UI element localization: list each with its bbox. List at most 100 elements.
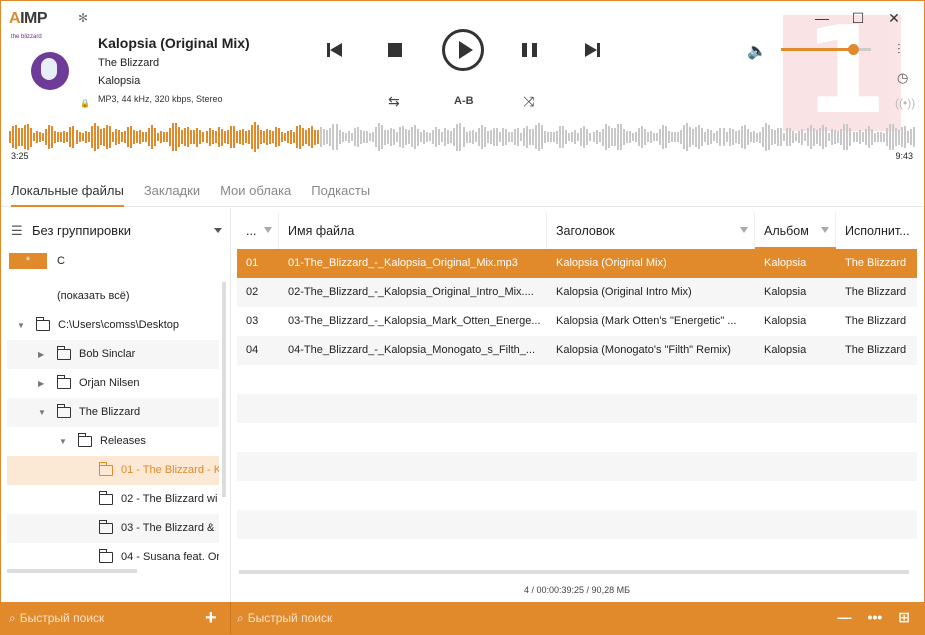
waveform-bar — [795, 132, 798, 142]
waveform-bar — [462, 127, 465, 147]
equalizer-icon[interactable]: ⫶ — [897, 41, 901, 58]
volume-knob[interactable] — [848, 44, 859, 55]
playlist-search-input[interactable]: ⌕ Быстрый поиск — [237, 611, 332, 626]
album-cell: Kalopsia — [764, 344, 807, 356]
filter-icon[interactable] — [740, 227, 748, 233]
ab-repeat-button[interactable]: A-B — [454, 95, 474, 107]
next-track-button[interactable] — [582, 42, 600, 58]
filter-star-chip[interactable]: * — [9, 253, 47, 269]
filename-cell: 02-The_Blizzard_-_Kalopsia_Original_Intr… — [288, 286, 534, 298]
grouping-selector[interactable]: ☰ Без группировки — [11, 223, 131, 239]
waveform-bar — [740, 125, 743, 149]
waveform-bar — [746, 128, 749, 146]
playlist-row[interactable]: 02 02-The_Blizzard_-_Kalopsia_Original_In… — [237, 278, 917, 307]
track-number-cell: 01 — [246, 257, 259, 269]
tree-horizontal-scrollbar[interactable] — [7, 569, 137, 573]
tree-row[interactable]: 03 - The Blizzard & — [7, 514, 219, 543]
waveform-bar — [628, 130, 631, 144]
waveform-bar — [148, 128, 151, 146]
playlist-row[interactable]: 01 01-The_Blizzard_-_Kalopsia_Original_Mi… — [237, 249, 917, 278]
chevron-down-icon[interactable]: ▼ — [17, 311, 25, 340]
playlist-row[interactable]: 04 04-The_Blizzard_-_Kalopsia_Monogato_s_… — [237, 336, 917, 365]
column-header-number[interactable]: ... — [237, 213, 279, 249]
waveform-bar — [619, 124, 622, 150]
chevron-down-icon[interactable]: ▼ — [59, 427, 67, 456]
waveform-bar — [214, 130, 217, 144]
waveform-bar — [253, 122, 256, 152]
clock-icon[interactable]: ◷ — [897, 70, 908, 86]
tree-row[interactable]: 01 - The Blizzard - K — [7, 456, 219, 485]
waveform-bar — [592, 131, 595, 143]
tab-local-files[interactable]: Локальные файлы — [11, 171, 124, 207]
tree-row[interactable]: 02 - The Blizzard wi — [7, 485, 219, 514]
tree-row-show-all[interactable]: (показать всё) — [7, 282, 219, 311]
filename-cell: 04-The_Blizzard_-_Kalopsia_Monogato_s_Fi… — [288, 344, 536, 356]
minimize-button[interactable]: — — [804, 7, 840, 29]
waveform-seekbar[interactable] — [9, 121, 916, 153]
gear-icon[interactable]: ✻ — [78, 12, 90, 24]
folder-tree: (показать всё) ▼ C:\Users\comss\Desktop ▶ B… — [7, 282, 219, 572]
tree-row[interactable]: ▼ C:\Users\comss\Desktop — [7, 311, 219, 340]
column-header-title[interactable]: Заголовок — [547, 213, 755, 249]
speaker-icon[interactable]: 🔈 — [747, 41, 767, 61]
waveform-bar — [574, 130, 577, 144]
playlist-horizontal-scrollbar[interactable] — [239, 570, 909, 574]
column-header-filename[interactable]: Имя файла — [279, 213, 547, 249]
stop-button[interactable] — [388, 43, 402, 57]
waveform-bar — [807, 127, 810, 147]
maximize-button[interactable]: ☐ — [840, 7, 876, 29]
waveform-bar — [154, 127, 157, 147]
volume-slider[interactable] — [781, 44, 871, 55]
shuffle-icon[interactable]: ⤨ — [523, 93, 534, 110]
waveform-bar — [789, 127, 792, 147]
waveform-bar — [417, 128, 420, 146]
previous-track-button[interactable] — [327, 42, 345, 58]
waveform-bar — [686, 123, 689, 151]
play-button[interactable] — [442, 29, 484, 71]
tree-row[interactable]: ▶ Orjan Nilsen — [7, 369, 219, 398]
more-icon[interactable]: ••• — [868, 609, 883, 626]
chevron-right-icon[interactable]: ▶ — [38, 340, 44, 369]
repeat-icon[interactable]: ⇆ — [388, 93, 400, 110]
tab-bookmarks[interactable]: Закладки — [144, 171, 200, 207]
close-button[interactable]: ✕ — [876, 7, 912, 29]
filter-icon[interactable] — [821, 227, 829, 233]
chevron-right-icon[interactable]: ▶ — [38, 369, 44, 398]
waveform-bar — [353, 128, 356, 146]
radio-icon[interactable]: ((•)) — [895, 96, 915, 110]
column-header-artist[interactable]: Исполнит... — [836, 213, 917, 249]
waveform-bar — [408, 129, 411, 145]
playlist-row[interactable]: 03 03-The_Blizzard_-_Kalopsia_Mark_Otten_… — [237, 307, 917, 336]
waveform-bar — [72, 126, 75, 148]
tree-vertical-scrollbar[interactable] — [222, 282, 226, 497]
track-info: Kalopsia (Original Mix) The Blizzard Kal… — [98, 35, 250, 104]
waveform-bar — [577, 132, 580, 142]
drive-filter[interactable]: C — [57, 255, 65, 267]
remove-icon[interactable]: — — [838, 609, 852, 626]
tree-row[interactable]: ▼ Releases — [7, 427, 219, 456]
tab-my-clouds[interactable]: Мои облака — [220, 171, 291, 207]
tree-row[interactable]: 04 - Susana feat. Or — [7, 543, 219, 572]
waveform-bar — [184, 128, 187, 146]
waveform-bar — [123, 131, 126, 143]
library-search-input[interactable]: ⌕ Быстрый поиск — [9, 611, 104, 626]
waveform-bar — [269, 129, 271, 145]
waveform-bar — [556, 130, 559, 144]
tree-row[interactable]: ▶ Bob Sinclar — [7, 340, 219, 369]
album-cover[interactable]: the blizzard — [11, 34, 69, 96]
tree-item-label: 02 - The Blizzard wi — [121, 493, 218, 505]
waveform-bar — [21, 128, 24, 146]
grid-view-icon[interactable]: ⊞ — [898, 609, 910, 626]
pause-button[interactable] — [522, 43, 537, 57]
chevron-down-icon[interactable] — [214, 228, 222, 233]
column-header-album[interactable]: Альбом — [755, 213, 836, 249]
add-button[interactable]: + — [205, 607, 217, 630]
chevron-down-icon[interactable]: ▼ — [38, 398, 46, 427]
tree-row[interactable]: ▼ The Blizzard — [7, 398, 219, 427]
waveform-bar — [27, 123, 30, 151]
tab-podcasts[interactable]: Подкасты — [311, 171, 370, 207]
track-title: Kalopsia (Original Mix) — [98, 35, 250, 51]
filter-icon[interactable] — [264, 227, 272, 233]
waveform-bar — [649, 130, 652, 144]
waveform-bar — [559, 125, 562, 149]
